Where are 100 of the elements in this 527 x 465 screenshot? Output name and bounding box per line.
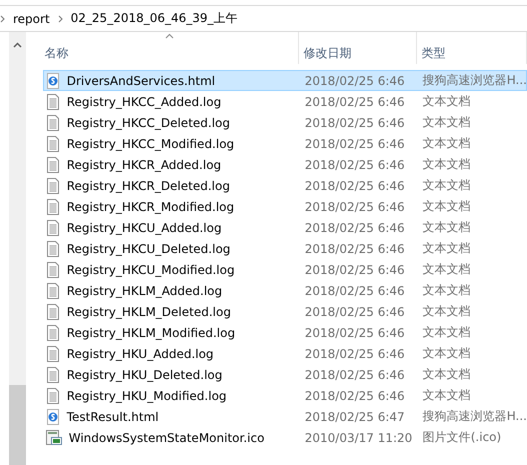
file-name: WindowsSystemStateMonitor.ico [68,430,264,444]
file-type: 文本文档 [422,387,472,404]
file-name: Registry_HKCR_Modified.log [66,200,234,214]
file-type: 文本文档 [422,177,472,194]
file-row[interactable]: Registry_HKCR_Added.log 2018/02/25 6:46 文本文档 [42,154,527,175]
text-file-icon [44,178,61,194]
modified-date: 2018/02/25 6:46 [304,116,406,130]
file-row[interactable]: Registry_HKCU_Modified.log 2018/02/25 6:46 文本文档 [42,259,527,280]
scrollbar-thumb[interactable] [9,385,26,465]
browser-file-icon [44,408,61,424]
file-type: 文本文档 [422,261,472,278]
modified-date: 2018/02/25 6:46 [304,368,406,382]
file-name: Registry_HKCU_Deleted.log [66,242,230,256]
modified-date: 2018/02/25 6:46 [304,346,406,360]
file-type: 文本文档 [422,219,472,236]
file-row[interactable]: Registry_HKU_Added.log 2018/02/25 6:46 文本文档 [42,343,527,364]
file-row[interactable]: Registry_HKU_Deleted.log 2018/02/25 6:46 文本文档 [42,364,527,385]
modified-date: 2018/02/25 6:46 [304,262,406,276]
text-file-icon [44,346,61,362]
file-type: 文本文档 [422,93,472,110]
breadcrumb[interactable]: 02_25_2018_06_46_39_上午 [70,10,238,27]
file-name: Registry_HKLM_Deleted.log [66,304,231,318]
chevron-right-icon [58,14,63,22]
image-file-icon [44,429,63,446]
file-type: 文本文档 [422,345,472,362]
modified-date: 2018/02/25 6:46 [304,158,406,172]
file-type: 文本文档 [422,240,472,257]
file-type: 文本文档 [422,303,472,320]
text-file-icon [44,324,61,340]
browser-file-icon [44,72,61,88]
modified-date: 2018/02/25 6:47 [304,410,406,424]
file-name: Registry_HKU_Added.log [66,346,214,360]
text-file-icon [44,136,61,152]
text-file-icon [44,114,61,130]
file-name: Registry_HKCR_Added.log [66,158,222,172]
text-file-icon [44,156,61,172]
text-file-icon [44,262,61,278]
file-name: Registry_HKU_Modified.log [66,388,227,402]
chevron-right-icon [0,14,5,22]
file-row[interactable]: Registry_HKLM_Modified.log 2018/02/25 6:46 文本文档 [42,322,527,343]
file-row[interactable]: Registry_HKU_Modified.log 2018/02/25 6:46 文本文档 [42,385,527,406]
text-file-icon [44,220,61,236]
file-type: 文本文档 [422,198,472,215]
modified-date: 2018/02/25 6:46 [304,200,406,214]
file-type: 文本文档 [422,324,472,341]
file-type: 文本文档 [422,366,472,383]
file-type: 文本文档 [422,114,472,131]
file-name: Registry_HKCU_Modified.log [66,262,235,276]
file-row[interactable]: WindowsSystemStateMonitor.ico 2010/03/17 11:20 图片文件(.ico) [42,427,527,448]
text-file-icon [44,94,61,110]
file-row[interactable]: Registry_HKCC_Added.log 2018/02/25 6:46 文本文档 [42,91,527,112]
text-file-icon [44,198,61,214]
text-file-icon [44,240,61,256]
modified-date: 2018/02/25 6:46 [304,74,406,88]
file-row[interactable]: Registry_HKCU_Deleted.log 2018/02/25 6:46 文本文档 [42,238,527,259]
file-row[interactable]: Registry_HKCR_Deleted.log 2018/02/25 6:46 文本文档 [42,175,527,196]
file-name: Registry_HKCC_Added.log [66,94,222,108]
text-file-icon [44,366,61,382]
file-type: 搜狗高速浏览器H... [422,408,527,425]
modified-date: 2018/02/25 6:46 [304,242,406,256]
column-header[interactable]: 名称 [42,32,299,64]
file-name: Registry_HKLM_Modified.log [66,326,236,340]
file-row[interactable]: Registry_HKLM_Added.log 2018/02/25 6:46 文本文档 [42,280,527,301]
file-row[interactable]: Registry_HKCC_Modified.log 2018/02/25 6:46 文本文档 [42,133,527,154]
file-row[interactable]: Registry_HKCC_Deleted.log 2018/02/25 6:46 文本文档 [42,112,527,133]
file-name: TestResult.html [66,410,159,424]
file-row[interactable]: Registry_HKCU_Added.log 2018/02/25 6:46 文本文档 [42,217,527,238]
file-row[interactable]: Registry_HKLM_Deleted.log 2018/02/25 6:46 文本文档 [42,301,527,322]
modified-date: 2018/02/25 6:46 [304,136,406,150]
modified-date: 2010/03/17 11:20 [304,430,414,444]
modified-date: 2018/02/25 6:46 [304,304,406,318]
file-name: Registry_HKLM_Added.log [66,284,222,298]
column-header[interactable]: 类型 [416,32,527,64]
file-name: DriversAndServices.html [66,74,216,88]
file-type: 文本文档 [422,156,472,173]
modified-date: 2018/02/25 6:46 [304,326,406,340]
text-file-icon [44,282,61,298]
file-row[interactable]: TestResult.html 2018/02/25 6:47 搜狗高速浏览器H... [42,406,527,427]
breadcrumb[interactable]: report [13,12,50,26]
column-header[interactable]: 修改日期 [298,32,417,64]
file-type: 搜狗高速浏览器H... [422,72,527,89]
file-name: Registry_HKCC_Modified.log [66,136,234,150]
sort-caret-icon [165,33,174,39]
file-name: Registry_HKCU_Added.log [66,220,222,234]
file-name: Registry_HKU_Deleted.log [66,368,222,382]
file-row[interactable]: DriversAndServices.html 2018/02/25 6:46 搜狗高速浏览器H... [42,70,527,91]
modified-date: 2018/02/25 6:46 [304,388,406,402]
file-type: 文本文档 [422,135,472,152]
text-file-icon [44,304,61,320]
text-file-icon [44,388,61,404]
file-name: Registry_HKCC_Deleted.log [66,116,230,130]
modified-date: 2018/02/25 6:46 [304,220,406,234]
modified-date: 2018/02/25 6:46 [304,284,406,298]
modified-date: 2018/02/25 6:46 [304,178,406,192]
file-type: 文本文档 [422,282,472,299]
file-row[interactable]: Registry_HKCR_Modified.log 2018/02/25 6:46 文本文档 [42,196,527,217]
modified-date: 2018/02/25 6:46 [304,94,406,108]
file-name: Registry_HKCR_Deleted.log [66,178,230,192]
file-type: 图片文件(.ico) [422,429,502,446]
scroll-up-icon[interactable] [13,42,22,48]
